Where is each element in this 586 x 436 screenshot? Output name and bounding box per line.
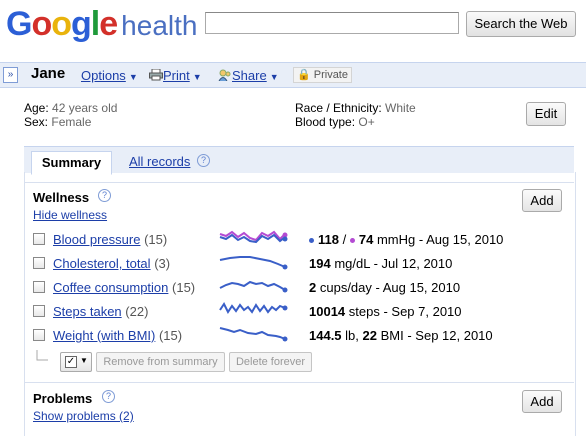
remove-from-summary-button[interactable]: Remove from summary xyxy=(96,352,225,372)
row-unit-date: mg/dL - Jul 12, 2010 xyxy=(334,256,453,271)
delete-forever-button[interactable]: Delete forever xyxy=(229,352,312,372)
race-label: Race / Ethnicity: xyxy=(295,101,382,115)
wellness-title: Wellness xyxy=(33,190,90,205)
row-value: 144.5 lb, 22 BMI - Sep 12, 2010 xyxy=(309,328,493,343)
share-label: Share xyxy=(232,68,267,83)
print-menu[interactable]: Print ▼ xyxy=(149,68,202,83)
age-label: Age: xyxy=(24,101,49,115)
blood-value: O+ xyxy=(358,115,375,129)
row-name-link[interactable]: Cholesterol, total xyxy=(53,256,151,271)
row-count: (22) xyxy=(125,304,149,319)
cholesterol-sparkline xyxy=(219,256,288,270)
diastolic-value: 74 xyxy=(358,232,374,247)
chevron-down-icon: ▼ xyxy=(269,72,279,82)
row-count: (3) xyxy=(154,256,171,271)
row-name-link[interactable]: Blood pressure xyxy=(53,232,140,247)
help-icon[interactable]: ? xyxy=(98,189,111,202)
sex-value: Female xyxy=(51,115,92,129)
list-item: Cholesterol, total (3) xyxy=(53,256,170,271)
private-badge: 🔒 Private xyxy=(293,67,352,83)
product-name: health xyxy=(121,10,198,41)
select-all-dropdown[interactable]: ✓ ▼ xyxy=(60,352,92,372)
show-problems-link[interactable]: Show problems (2) xyxy=(33,409,134,423)
age-line: Age: 42 years old xyxy=(24,101,117,115)
list-item: Weight (with BMI) (15) xyxy=(53,328,182,343)
row-unit-date: cups/day - Aug 15, 2010 xyxy=(319,280,461,295)
row-value: 118 / 74 mmHg - Aug 15, 2010 xyxy=(309,232,503,247)
value-main: 10014 xyxy=(309,304,346,319)
profile-name: Jane xyxy=(31,65,66,82)
row-name-link[interactable]: Weight (with BMI) xyxy=(53,328,155,343)
profile-bar: » Jane Options ▼ Print ▼ Share ▼ 🔒 Private xyxy=(0,62,586,88)
value-bmi: 22 xyxy=(362,328,377,343)
add-wellness-button[interactable]: Add xyxy=(522,189,562,212)
bp-separator: / xyxy=(342,232,347,247)
logo-text: Google xyxy=(6,5,118,43)
edit-button[interactable]: Edit xyxy=(526,102,566,126)
value-main: 2 xyxy=(309,280,317,295)
row-value: 10014 steps - Sep 7, 2010 xyxy=(309,304,462,319)
row-checkbox[interactable] xyxy=(33,233,45,245)
search-button[interactable]: Search the Web xyxy=(466,11,576,37)
print-icon xyxy=(149,68,163,81)
checkbox-icon: ✓ xyxy=(65,356,77,368)
list-item: Steps taken (22) xyxy=(53,304,148,319)
print-label: Print xyxy=(163,68,190,83)
row-checkbox[interactable] xyxy=(33,257,45,269)
row-count: (15) xyxy=(144,232,168,247)
help-icon[interactable]: ? xyxy=(197,154,210,167)
value-main: 144.5 xyxy=(309,328,342,343)
share-menu[interactable]: Share ▼ xyxy=(218,68,279,83)
row-unit-date: steps - Sep 7, 2010 xyxy=(348,304,462,319)
race-value: White xyxy=(385,101,416,115)
sex-label: Sex: xyxy=(24,115,49,129)
search-input[interactable] xyxy=(205,12,459,34)
value-main: 194 xyxy=(309,256,331,271)
sex-line: Sex: Female xyxy=(24,115,91,129)
row-checkbox[interactable] xyxy=(33,281,45,293)
chevron-down-icon: ▼ xyxy=(192,72,202,82)
tab-all-records[interactable]: All records xyxy=(129,154,190,169)
weight-sparkline xyxy=(219,327,288,342)
row-checkbox[interactable] xyxy=(33,329,45,341)
row-checkbox[interactable] xyxy=(33,305,45,317)
options-menu[interactable]: Options ▼ xyxy=(81,68,138,83)
row-count: (15) xyxy=(172,280,196,295)
diastolic-dot xyxy=(349,238,355,244)
options-label: Options xyxy=(81,68,126,83)
row-value: 194 mg/dL - Jul 12, 2010 xyxy=(309,256,452,271)
coffee-sparkline xyxy=(219,280,288,293)
blood-pressure-sparkline xyxy=(219,230,288,244)
row-unit-date: mmHg - Aug 15, 2010 xyxy=(376,232,504,247)
blood-label: Blood type: xyxy=(295,115,356,129)
collapse-icon[interactable]: » xyxy=(3,67,18,83)
section-divider xyxy=(24,182,574,183)
bulk-connector xyxy=(36,350,48,361)
row-name-link[interactable]: Steps taken xyxy=(53,304,122,319)
section-divider xyxy=(24,382,574,383)
chevron-down-icon: ▼ xyxy=(128,72,138,82)
google-health-logo[interactable]: Google health xyxy=(6,4,197,46)
row-name-link[interactable]: Coffee consumption xyxy=(53,280,168,295)
row-value: 2 cups/day - Aug 15, 2010 xyxy=(309,280,460,295)
private-label: Private xyxy=(313,69,348,81)
share-icon xyxy=(218,69,231,82)
chevron-down-icon: ▼ xyxy=(80,356,88,365)
systolic-dot xyxy=(309,238,314,244)
lock-icon: 🔒 xyxy=(296,69,311,81)
add-problem-button[interactable]: Add xyxy=(522,390,562,413)
steps-sparkline xyxy=(219,302,288,314)
value-unit: lb, xyxy=(345,328,359,343)
systolic-value: 118 xyxy=(318,232,339,247)
row-count: (15) xyxy=(158,328,183,343)
age-value: 42 years old xyxy=(52,101,118,115)
row-unit-date: BMI - Sep 12, 2010 xyxy=(380,328,493,343)
problems-title: Problems xyxy=(33,391,93,406)
blood-line: Blood type: O+ xyxy=(295,115,375,129)
list-item: Coffee consumption (15) xyxy=(53,280,195,295)
race-line: Race / Ethnicity: White xyxy=(295,101,416,115)
list-item: Blood pressure (15) xyxy=(53,232,167,247)
hide-wellness-link[interactable]: Hide wellness xyxy=(33,208,107,222)
help-icon[interactable]: ? xyxy=(102,390,115,403)
